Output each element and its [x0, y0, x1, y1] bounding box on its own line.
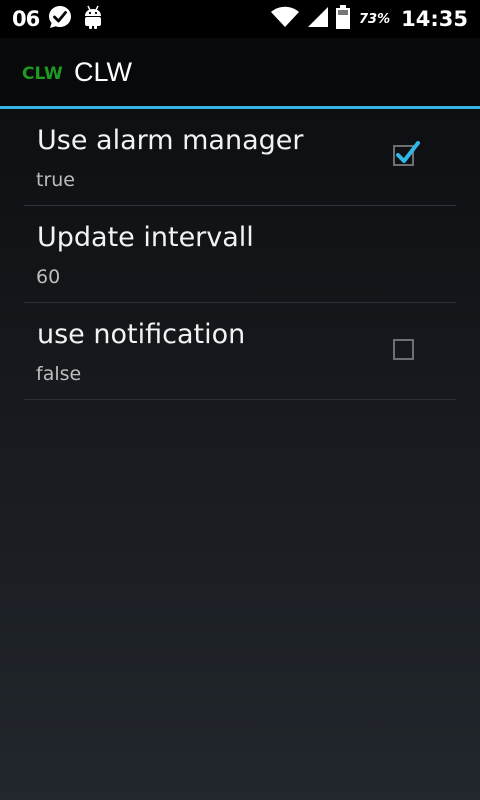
checkmark-icon	[396, 141, 420, 163]
notification-checkbox[interactable]	[393, 339, 414, 360]
preference-list: Use alarm manager true Update intervall …	[24, 109, 456, 400]
android-icon	[81, 4, 105, 34]
screen: 06 73% 14:35 CLW CLW Use alarm manager t…	[0, 0, 480, 800]
pref-row-update-intervall[interactable]: Update intervall 60	[24, 206, 456, 303]
status-bar-left: 06	[12, 0, 105, 38]
pref-title: use notification	[37, 319, 246, 350]
pref-row-use-notification[interactable]: use notification false	[24, 303, 456, 400]
pref-summary: false	[36, 363, 82, 385]
check-bubble-icon	[47, 4, 73, 34]
pref-title: Update intervall	[37, 222, 254, 253]
pref-summary: 60	[36, 266, 61, 288]
status-bar-right: 73% 14:35	[270, 0, 468, 38]
alarm-manager-checkbox[interactable]	[393, 141, 420, 166]
wifi-icon	[270, 6, 300, 32]
app-icon[interactable]: CLW	[22, 64, 63, 84]
pref-row-use-alarm-manager[interactable]: Use alarm manager true	[24, 109, 456, 206]
app-title: CLW	[74, 57, 132, 87]
battery-icon	[336, 5, 351, 33]
action-bar: CLW CLW	[0, 38, 480, 106]
pref-title: Use alarm manager	[37, 125, 304, 156]
pref-summary: true	[36, 169, 75, 191]
signal-icon	[307, 6, 329, 32]
status-number: 06	[12, 7, 40, 31]
status-bar: 06 73% 14:35	[0, 0, 480, 38]
battery-percent: 73%	[359, 11, 391, 27]
clock: 14:35	[401, 7, 468, 31]
